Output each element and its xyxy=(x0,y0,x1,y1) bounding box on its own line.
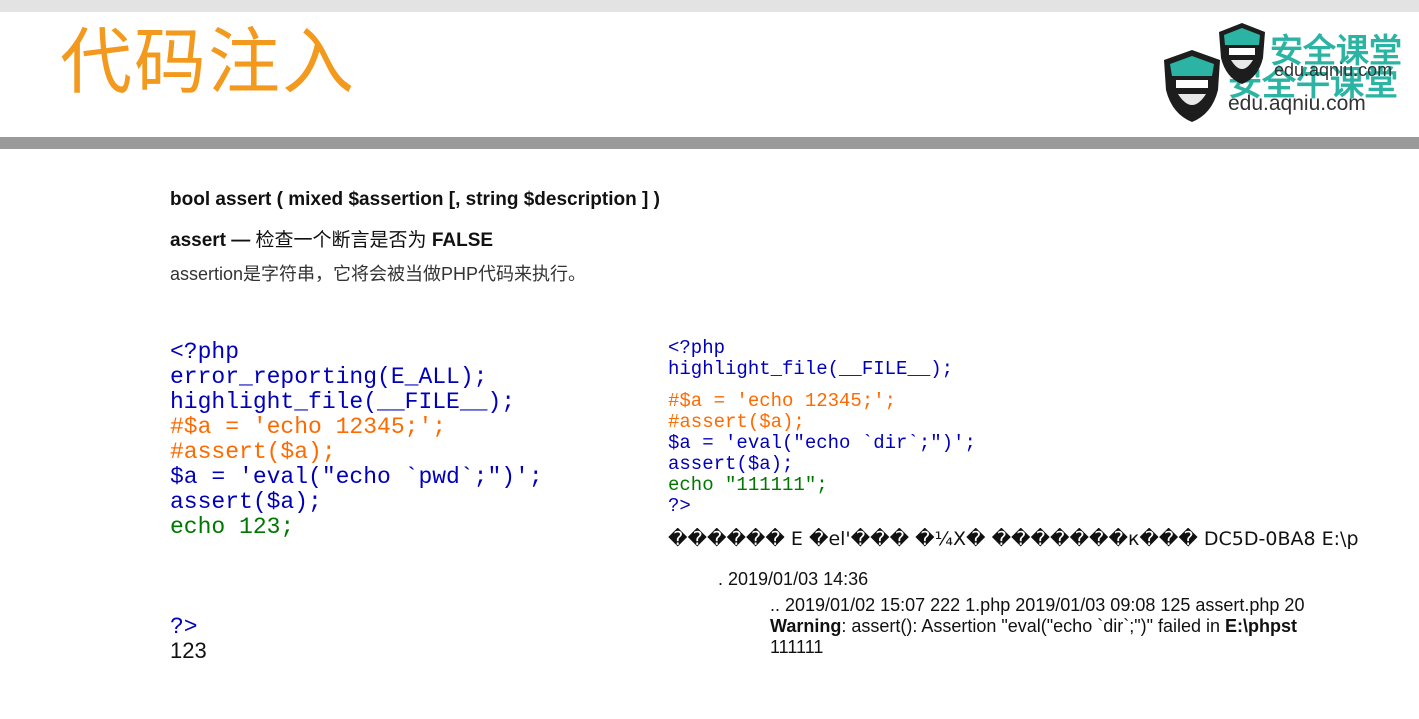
code-line: assert($a); xyxy=(170,489,322,515)
code-line: echo "111111"; xyxy=(668,474,828,496)
knight-helmet-icon xyxy=(1219,23,1265,84)
slide-title: 代码注入 xyxy=(60,20,357,104)
function-summary: assert — 检查一个断言是否为 FALSE xyxy=(170,225,493,252)
code-line: $a = 'eval("echo `dir`;")'; xyxy=(668,432,976,454)
warning-text: : assert(): Assertion "eval("echo `dir`;… xyxy=(841,616,1226,636)
warning-message: Warning: assert(): Assertion "eval("echo… xyxy=(770,616,1367,637)
code-line: #assert($a); xyxy=(170,439,336,465)
code-line: #$a = 'echo 12345;'; xyxy=(170,414,447,440)
code-line: highlight_file(__FILE__); xyxy=(170,389,516,415)
dir-output-line: .. 2019/01/02 15:07 222 1.php 2019/01/03… xyxy=(770,595,1305,615)
code-line: highlight_file(__FILE__); xyxy=(668,358,954,380)
code-line: #$a = 'echo 12345;'; xyxy=(668,390,897,412)
summary-false: FALSE xyxy=(431,230,494,251)
logo-url-text: edu.aqniu.com xyxy=(1228,92,1366,115)
garbled-output: ������ E �el'��� �¼X� �������к��� DC5D-0… xyxy=(668,528,1359,550)
logo-url-text: edu.aqniu.com xyxy=(1274,60,1393,80)
knight-helmet-icon xyxy=(1164,50,1220,122)
warning-label: Warning xyxy=(770,616,842,636)
top-strip xyxy=(0,0,1419,12)
summary-text: 检查一个断言是否为 xyxy=(255,230,432,251)
code-line: $a = 'eval("echo `pwd`;")'; xyxy=(170,464,543,490)
summary-function-name: assert — xyxy=(170,230,256,251)
title-divider xyxy=(0,137,1419,149)
code-line: <?php xyxy=(170,339,240,365)
left-close-tag: ?> xyxy=(170,614,198,640)
code-line: ?> xyxy=(668,495,691,517)
code-line: echo 123; xyxy=(170,514,295,540)
code-line: error_reporting(E_ALL); xyxy=(170,364,488,390)
code-line: <?php xyxy=(668,337,726,359)
right-code-block: <?php highlight_file(__FILE__); #$a = 'ech… xyxy=(668,338,976,517)
right-output: 111111 xyxy=(770,637,824,657)
warning-path: E:\phpst xyxy=(1225,616,1298,636)
code-line: assert($a); xyxy=(668,453,794,475)
dir-output-line: . 2019/01/03 14:36 xyxy=(718,569,869,589)
left-code-block: <?php error_reporting(E_ALL); highlight_fi… xyxy=(170,340,543,540)
code-line: #assert($a); xyxy=(668,411,805,433)
brand-logo-front: 安全课堂 edu.aqniu.com xyxy=(1216,20,1419,90)
function-note: assertion是字符串，它将会被当做PHP代码来执行。 xyxy=(170,264,587,284)
left-output: 123 xyxy=(170,638,207,663)
function-signature: bool assert ( mixed $assertion [, string… xyxy=(170,189,660,210)
